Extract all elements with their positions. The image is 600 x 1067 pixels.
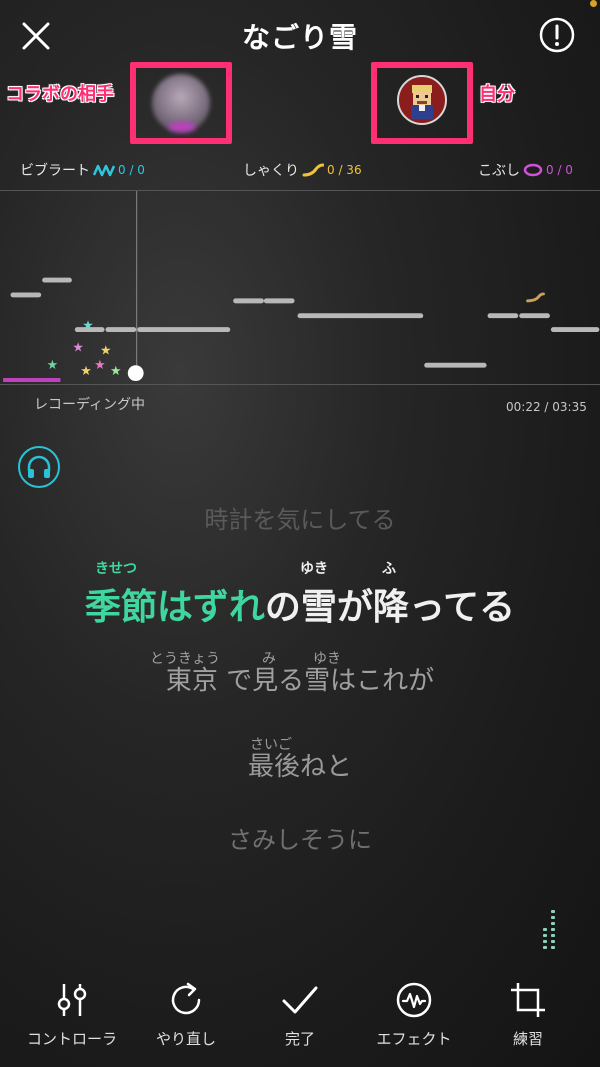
vibrato-icon xyxy=(93,164,115,177)
svg-text:★: ★ xyxy=(94,358,106,373)
vibrato-counter: ビブラート 0 / 0 xyxy=(20,160,145,180)
lyric-current-part3: が xyxy=(336,587,373,628)
ruby-kisetsu: きせつ xyxy=(95,561,137,577)
ruby-saigo: さいご xyxy=(250,737,292,753)
headphone-button[interactable] xyxy=(18,446,60,488)
kobushi-label: こぶし xyxy=(478,163,520,179)
partner-label: コラボの相手 xyxy=(6,84,114,105)
vibrato-label: ビブラート xyxy=(20,163,90,179)
headphone-icon xyxy=(27,455,51,478)
redo-button[interactable]: やり直し xyxy=(126,980,246,1049)
self-frame xyxy=(371,62,473,144)
lyric-next-1-d: る xyxy=(278,666,305,696)
level-meter-icon xyxy=(543,910,555,949)
svg-text:★: ★ xyxy=(47,358,59,373)
svg-text:★: ★ xyxy=(82,319,94,334)
lyric-current-part4: 降 xyxy=(372,587,409,628)
lyric-next-1: とうきょう み ゆき 東京 で見る雪はこれが xyxy=(0,651,600,697)
lyric-next-1-e: 雪 xyxy=(304,666,331,696)
sliders-icon xyxy=(57,984,87,1016)
shakuri-label: しゃくり xyxy=(243,163,299,179)
ruby-mi: み xyxy=(262,651,276,667)
shakuri-count: 0 / 36 xyxy=(327,163,362,177)
self-avatar[interactable] xyxy=(397,75,447,125)
done-button[interactable]: 完了 xyxy=(240,980,360,1049)
checkmark-icon xyxy=(282,986,318,1014)
pixel-avatar-icon xyxy=(411,85,433,119)
shakuri-marker-icon xyxy=(526,292,545,303)
vibrato-count: 0 / 0 xyxy=(118,163,145,177)
shakuri-counter: しゃくり 0 / 36 xyxy=(243,160,362,180)
lyric-current: きせつ ゆき ふ 季節はずれの雪が降ってる xyxy=(0,561,600,630)
svg-text:★: ★ xyxy=(110,364,122,379)
lyric-next-1-c: 見 xyxy=(252,666,279,696)
svg-text:★: ★ xyxy=(80,364,92,379)
partner-voice-glow xyxy=(168,122,196,132)
recording-status: レコーディング中 xyxy=(34,397,146,413)
svg-text:★: ★ xyxy=(100,343,112,358)
lyric-previous: 時計を気にしてる xyxy=(204,506,396,534)
practice-button[interactable]: 練習 xyxy=(468,980,588,1049)
status-dot xyxy=(590,0,597,7)
kobushi-icon xyxy=(523,163,543,177)
report-icon[interactable] xyxy=(538,16,576,54)
ruby-fu: ふ xyxy=(382,561,396,577)
ruby-toukyou: とうきょう xyxy=(150,651,220,667)
waveform-icon xyxy=(396,982,432,1018)
controller-button[interactable]: コントローラ xyxy=(12,980,132,1049)
practice-label: 練習 xyxy=(512,1030,543,1048)
effect-button[interactable]: エフェクト xyxy=(354,980,474,1049)
pitch-cursor xyxy=(127,365,144,382)
refresh-icon xyxy=(171,982,201,1015)
lyric-next-1-b: で xyxy=(217,666,253,696)
lyric-current-part2: 雪 xyxy=(300,587,337,628)
lyric-current-part1: の xyxy=(264,587,301,628)
pitch-guide: ★ ★ ★ ★ ★ ★ ★ xyxy=(0,190,600,385)
controller-label: コントローラ xyxy=(26,1030,117,1048)
lyric-next-1-a: 東京 xyxy=(165,666,218,696)
lyric-current-part5: ってる xyxy=(408,587,516,628)
recording-time: 00:22 / 03:35 xyxy=(506,400,587,414)
lyric-next-3: さみしそうに xyxy=(228,826,372,854)
bottom-toolbar: コントローラ やり直し 完了 エフェクト 練習 xyxy=(0,980,600,1067)
crop-icon xyxy=(511,983,545,1017)
kobushi-count: 0 / 0 xyxy=(546,163,573,177)
self-label: 自分 xyxy=(479,84,515,105)
song-title: なごり雪 xyxy=(241,21,358,54)
ruby-yuki-2: ゆき xyxy=(313,651,341,667)
svg-text:★: ★ xyxy=(72,340,84,355)
kobushi-counter: こぶし 0 / 0 xyxy=(478,160,573,180)
shakuri-icon xyxy=(302,163,324,177)
lyric-current-sung: 季節はずれ xyxy=(84,587,265,628)
done-label: 完了 xyxy=(284,1030,315,1048)
effect-label: エフェクト xyxy=(376,1030,452,1048)
partner-frame xyxy=(130,62,232,144)
lyric-next-2: さいご 最後ねと xyxy=(0,737,600,783)
lyric-next-2-text: 最後ねと xyxy=(247,752,352,782)
redo-label: やり直し xyxy=(155,1030,216,1048)
lyric-next-1-f: はこれが xyxy=(330,666,435,696)
ruby-yuki: ゆき xyxy=(300,561,328,577)
